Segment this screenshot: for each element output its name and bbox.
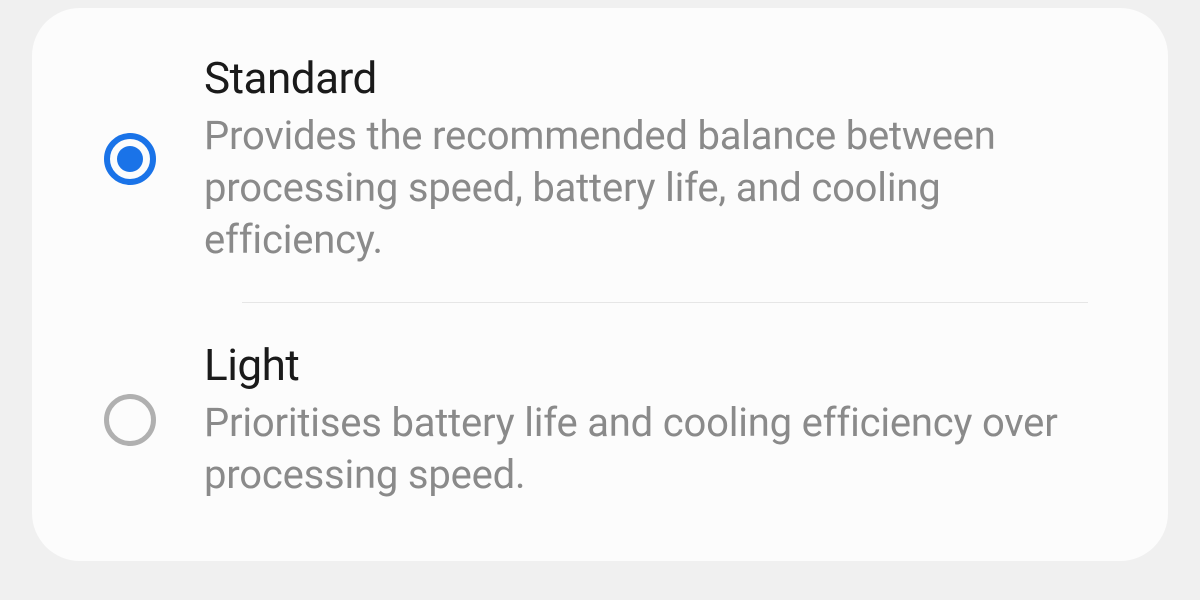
option-description: Prioritises battery life and cooling eff…: [204, 397, 1108, 501]
radio-unselected-icon: [104, 394, 156, 446]
option-text-block: Light Prioritises battery life and cooli…: [204, 339, 1108, 501]
radio-selected-icon: [104, 133, 156, 185]
option-title: Standard: [204, 52, 1108, 104]
option-text-block: Standard Provides the recommended balanc…: [204, 52, 1108, 266]
option-standard[interactable]: Standard Provides the recommended balanc…: [32, 16, 1168, 302]
options-card: Standard Provides the recommended balanc…: [32, 8, 1168, 561]
option-description: Provides the recommended balance between…: [204, 110, 1108, 266]
option-title: Light: [204, 339, 1108, 391]
option-light[interactable]: Light Prioritises battery life and cooli…: [32, 303, 1168, 537]
